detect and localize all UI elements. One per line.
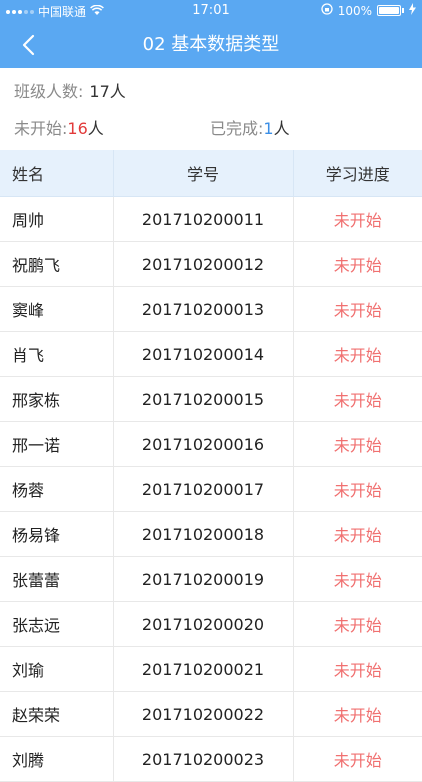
progress-status: 未开始 xyxy=(293,376,422,422)
table-row[interactable]: 邢一诺 201710200016 未开始 xyxy=(0,421,422,467)
student-name: 窦峰 xyxy=(0,286,114,332)
table-row[interactable]: 杨蓉 201710200017 未开始 xyxy=(0,466,422,512)
student-id: 201710200016 xyxy=(113,421,294,467)
status-bar: 中国联通 17:01 100% xyxy=(0,0,422,22)
back-button[interactable] xyxy=(8,25,48,65)
student-name: 邢家栋 xyxy=(0,376,114,422)
progress-status: 未开始 xyxy=(293,196,422,242)
column-header-student-id: 学号 xyxy=(113,150,294,197)
page-title: 02 基本数据类型 xyxy=(142,34,280,55)
student-id: 201710200017 xyxy=(113,466,294,512)
student-name: 赵荣荣 xyxy=(0,691,114,737)
table-row[interactable]: 赵荣荣 201710200022 未开始 xyxy=(0,691,422,737)
class-count-value: 17人 xyxy=(89,82,126,101)
rotation-lock-icon xyxy=(321,3,333,18)
student-id: 201710200013 xyxy=(113,286,294,332)
not-started-number: 16 xyxy=(67,119,88,138)
progress-status: 未开始 xyxy=(293,511,422,557)
student-id: 201710200021 xyxy=(113,646,294,692)
table-row[interactable]: 窦峰 201710200013 未开始 xyxy=(0,286,422,332)
student-id: 201710200011 xyxy=(113,196,294,242)
progress-status: 未开始 xyxy=(293,241,422,287)
student-id: 201710200015 xyxy=(113,376,294,422)
table-row[interactable]: 肖飞 201710200014 未开始 xyxy=(0,331,422,377)
column-header-progress: 学习进度 xyxy=(293,150,422,197)
student-id: 201710200018 xyxy=(113,511,294,557)
progress-status: 未开始 xyxy=(293,421,422,467)
table-row[interactable]: 邢家栋 201710200015 未开始 xyxy=(0,376,422,422)
not-started-count: 未开始:16人 xyxy=(14,115,104,139)
student-id: 201710200022 xyxy=(113,691,294,737)
progress-status: 未开始 xyxy=(293,601,422,647)
battery-icon xyxy=(377,5,401,16)
student-progress-table: 姓名 学号 学习进度 周帅 201710200011 未开始 祝鹏飞 20171… xyxy=(0,150,422,782)
student-id: 201710200012 xyxy=(113,241,294,287)
student-name: 杨易锋 xyxy=(0,511,114,557)
student-name: 刘瑜 xyxy=(0,646,114,692)
chevron-left-icon xyxy=(22,34,35,56)
class-count-label: 班级人数: xyxy=(14,82,84,101)
student-name: 祝鹏飞 xyxy=(0,241,114,287)
progress-status: 未开始 xyxy=(293,691,422,737)
student-name: 周帅 xyxy=(0,196,114,242)
student-name: 张志远 xyxy=(0,601,114,647)
table-row[interactable]: 刘腾 201710200023 未开始 xyxy=(0,736,422,782)
student-name: 邢一诺 xyxy=(0,421,114,467)
class-count: 班级人数: 17人 xyxy=(14,78,126,102)
table-row[interactable]: 周帅 201710200011 未开始 xyxy=(0,196,422,242)
student-id: 201710200019 xyxy=(113,556,294,602)
class-summary: 班级人数: 17人 未开始:16人 已完成:1人 xyxy=(0,68,422,150)
table-row[interactable]: 张蕾蕾 201710200019 未开始 xyxy=(0,556,422,602)
completed-unit: 人 xyxy=(273,119,290,138)
table-row[interactable]: 刘瑜 201710200021 未开始 xyxy=(0,646,422,692)
student-id: 201710200023 xyxy=(113,736,294,782)
student-name: 杨蓉 xyxy=(0,466,114,512)
not-started-label: 未开始: xyxy=(14,119,68,138)
battery-percent: 100% xyxy=(337,3,372,18)
completed-label: 已完成: xyxy=(210,119,264,138)
table-row[interactable]: 祝鹏飞 201710200012 未开始 xyxy=(0,241,422,287)
column-header-name: 姓名 xyxy=(0,150,114,197)
student-id: 201710200014 xyxy=(113,331,294,377)
top-bar: 中国联通 17:01 100% 02 基本数据类型 xyxy=(0,0,422,68)
table-row[interactable]: 张志远 201710200020 未开始 xyxy=(0,601,422,647)
progress-status: 未开始 xyxy=(293,736,422,782)
completed-number: 1 xyxy=(263,119,274,138)
student-name: 肖飞 xyxy=(0,331,114,377)
table-header-row: 姓名 学号 学习进度 xyxy=(0,150,422,197)
charging-icon xyxy=(409,3,416,18)
status-right: 100% xyxy=(321,3,416,18)
not-started-unit: 人 xyxy=(87,119,104,138)
table-row[interactable]: 杨易锋 201710200018 未开始 xyxy=(0,511,422,557)
nav-bar: 02 基本数据类型 xyxy=(0,22,422,68)
progress-status: 未开始 xyxy=(293,646,422,692)
progress-status: 未开始 xyxy=(293,466,422,512)
student-id: 201710200020 xyxy=(113,601,294,647)
student-name: 刘腾 xyxy=(0,736,114,782)
progress-status: 未开始 xyxy=(293,286,422,332)
student-name: 张蕾蕾 xyxy=(0,556,114,602)
progress-status: 未开始 xyxy=(293,331,422,377)
completed-count: 已完成:1人 xyxy=(210,115,290,139)
battery-nub xyxy=(402,8,404,13)
progress-status: 未开始 xyxy=(293,556,422,602)
